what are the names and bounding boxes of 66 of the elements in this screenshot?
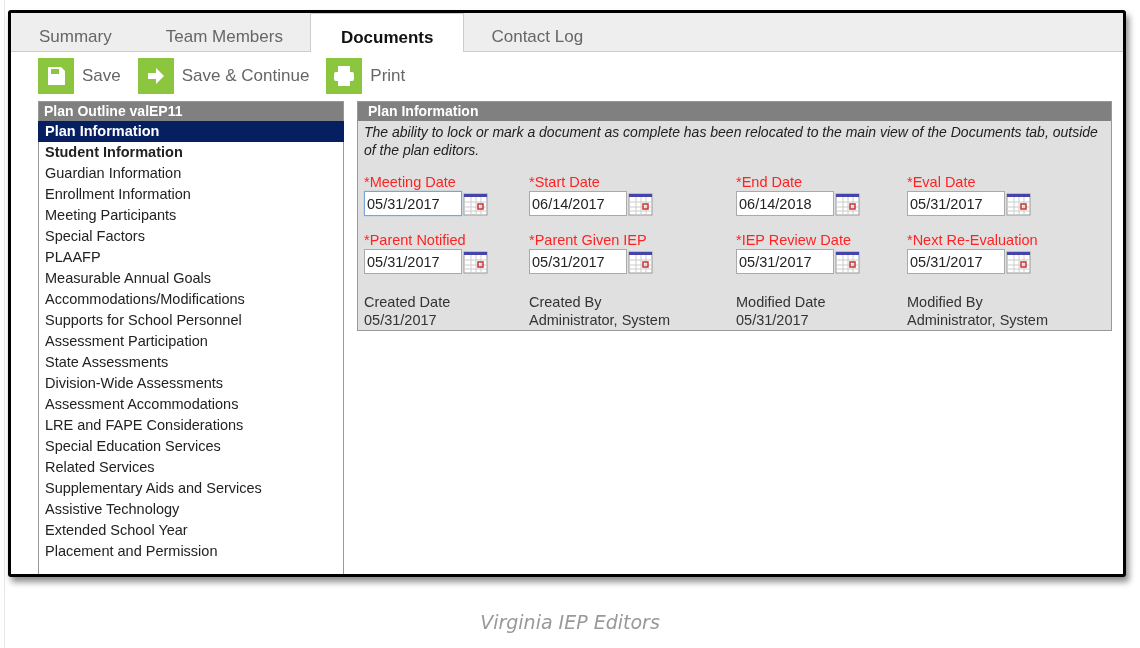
outline-item[interactable]: Division-Wide Assessments	[39, 373, 343, 394]
calendar-icon[interactable]	[835, 191, 860, 216]
tab[interactable]: Contact Log	[464, 13, 611, 51]
outline-item[interactable]: Student Information	[39, 142, 343, 163]
arrow-right-icon	[137, 58, 174, 94]
date-field[interactable]: 06/14/2018	[736, 191, 834, 216]
calendar-icon[interactable]	[463, 249, 488, 274]
field-label: *Parent Notified	[364, 231, 467, 249]
date-field[interactable]: 05/31/2017	[364, 249, 462, 274]
calendar-icon[interactable]	[1006, 249, 1031, 274]
outline-item[interactable]: Extended School Year	[39, 520, 343, 541]
print-button[interactable]: Print	[326, 58, 406, 94]
outline-item[interactable]: Special Factors	[39, 226, 343, 247]
field-label: *Meeting Date	[364, 173, 457, 191]
outline-item[interactable]: Accommodations/Modifications	[39, 289, 343, 310]
info-label: Modified By	[907, 293, 984, 311]
caption: Virginia IEP Editors	[479, 611, 661, 633]
info-value: Administrator, System	[529, 311, 671, 329]
date-field[interactable]: 05/31/2017	[736, 249, 834, 274]
outline-item[interactable]: Assessment Accommodations	[39, 394, 343, 415]
field-label: *Start Date	[529, 173, 601, 191]
outline-item[interactable]: Guardian Information	[39, 163, 343, 184]
date-field[interactable]: 05/31/2017	[907, 249, 1005, 274]
calendar-icon[interactable]	[463, 191, 488, 216]
info-value: Administrator, System	[907, 311, 1049, 329]
outline-item[interactable]: Supports for School Personnel	[39, 310, 343, 331]
tab[interactable]: Documents	[309, 13, 465, 52]
panel-header: Plan Information	[358, 102, 1111, 121]
calendar-icon[interactable]	[628, 191, 653, 216]
field-label: *IEP Review Date	[736, 231, 852, 249]
info-label: Modified Date	[736, 293, 827, 311]
outline-item[interactable]: Measurable Annual Goals	[39, 268, 343, 289]
outline-item[interactable]: Special Education Services	[39, 436, 343, 457]
outline-item[interactable]: Assessment Participation	[39, 331, 343, 352]
info-label: Created Date	[364, 293, 452, 311]
outline-item[interactable]: Meeting Participants	[39, 205, 343, 226]
outline-item[interactable]: LRE and FAPE Considerations	[39, 415, 343, 436]
outline-item[interactable]: Enrollment Information	[39, 184, 343, 205]
outline-item[interactable]: Assistive Technology	[39, 499, 343, 520]
field-label: *Eval Date	[907, 173, 977, 191]
calendar-icon[interactable]	[835, 249, 860, 274]
outline-item[interactable]: State Assessments	[39, 352, 343, 373]
date-field[interactable]: 05/31/2017	[907, 191, 1005, 216]
tab[interactable]: Team Members	[138, 13, 310, 51]
calendar-icon[interactable]	[1006, 191, 1031, 216]
outline-item[interactable]: Placement and Permission	[39, 541, 343, 562]
outline-header: Plan Outline valEP11	[39, 102, 343, 121]
printer-icon	[326, 58, 363, 94]
outline-item[interactable]: PLAAFP	[39, 247, 343, 268]
tab[interactable]: Summary	[12, 13, 139, 51]
date-field[interactable]: 05/31/2017	[529, 249, 627, 274]
date-field[interactable]: 05/31/2017	[364, 191, 462, 216]
outline-item[interactable]: Supplementary Aids and Services	[39, 478, 343, 499]
field-label: *Parent Given IEP	[529, 231, 648, 249]
field-label: *End Date	[736, 173, 804, 191]
field-label: *Next Re-Evaluation	[907, 231, 1039, 249]
outline-item[interactable]: Plan Information	[38, 121, 344, 142]
save-button[interactable]: Save	[38, 58, 121, 94]
info-label: Created By	[529, 293, 603, 311]
notice-text: The ability to lock or mark a document as complete has been relocated to the main view of the Documents tab, outside of the plan editors.	[363, 123, 1099, 159]
continue-button[interactable]: Save & Continue	[137, 58, 310, 94]
date-field[interactable]: 06/14/2017	[529, 191, 627, 216]
info-value: 05/31/2017	[364, 311, 438, 329]
calendar-icon[interactable]	[628, 249, 653, 274]
outline-item[interactable]: Related Services	[39, 457, 343, 478]
info-value: 05/31/2017	[736, 311, 810, 329]
